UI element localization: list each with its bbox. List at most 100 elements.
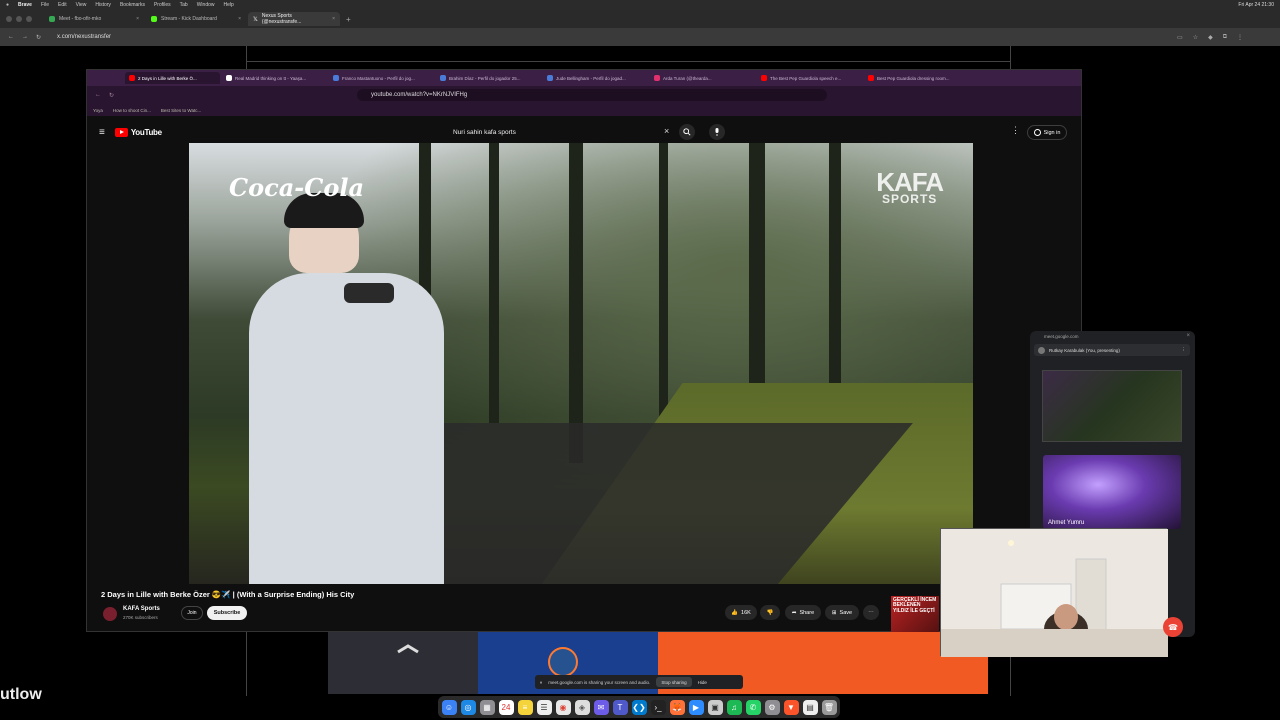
menu-bookmarks[interactable]: Bookmarks [120, 2, 145, 8]
presenter-row[interactable]: Rutkay Karabulak (You, presenting) ⋮ [1034, 344, 1190, 356]
dislike-button[interactable]: 👎 [760, 605, 780, 620]
x-favicon-icon: 𝕏 [253, 16, 258, 23]
trash-icon[interactable]: 🗑 [821, 699, 837, 715]
files-icon[interactable]: ▤ [802, 699, 818, 715]
messenger-icon[interactable]: ✉ [593, 699, 609, 715]
stop-sharing-button[interactable]: Stop sharing [656, 677, 692, 687]
menubar-app-name[interactable]: Brave [18, 2, 32, 8]
chrome-icon[interactable]: ◉ [555, 699, 571, 715]
subscribe-button[interactable]: Subscribe [207, 606, 247, 620]
launchpad-icon[interactable]: ▦ [479, 699, 495, 715]
back-icon[interactable]: ← [8, 34, 14, 40]
inner-tab-label: Brahim Díaz - Perfil do jogador 25... [449, 75, 521, 81]
end-call-button[interactable]: ☎ [1163, 617, 1183, 637]
inner-tab-label: The Best Pep Guardiola speech e... [770, 75, 842, 81]
menu-tab[interactable]: Tab [180, 2, 188, 8]
outer-tab-x[interactable]: 𝕏 Nexus Sports (@nexustransfe... × [248, 12, 340, 26]
share-button[interactable]: ➦ Share [785, 605, 821, 620]
youtube-favicon-icon [761, 75, 767, 81]
extensions-icon[interactable]: ⧉ [1223, 34, 1227, 41]
channel-name[interactable]: KAFA Sports [123, 606, 160, 612]
outer-address-bar[interactable]: x.com/nexustransfer [49, 31, 1169, 43]
apple-icon[interactable]: ● [6, 2, 9, 8]
back-icon[interactable]: ← [95, 92, 101, 98]
hide-button[interactable]: Hide [698, 680, 707, 685]
inner-address-bar[interactable]: youtube.com/watch?v=NKrNJVIFHg [357, 89, 827, 101]
inner-tab-label: Franco Mastantuono - Perfil do jog... [342, 75, 415, 81]
zoom-icon[interactable]: ▶ [688, 699, 704, 715]
outer-tab-kick[interactable]: Stream - Kick Dashboard × [146, 12, 246, 26]
close-icon[interactable]: × [238, 16, 241, 22]
menu-view[interactable]: View [76, 2, 87, 8]
more-options-icon[interactable]: ⋮ [1011, 125, 1020, 136]
join-button[interactable]: Join [181, 606, 203, 620]
inner-tab-youtube-lille[interactable]: 2 Days in Lille with Berke Ö... [125, 72, 220, 84]
voice-search-button[interactable] [709, 124, 725, 140]
brave-icon[interactable]: ◈ [574, 699, 590, 715]
screen-share-preview [1042, 370, 1182, 442]
new-tab-icon[interactable]: + [346, 15, 351, 24]
minimize-window-button[interactable] [16, 16, 22, 22]
finder-icon[interactable]: ☺ [441, 699, 457, 715]
brave-shield-icon[interactable]: ◆ [1208, 34, 1213, 41]
reload-icon[interactable]: ↻ [36, 34, 41, 41]
calendar-icon[interactable]: 24 [498, 699, 514, 715]
outer-tab-meet[interactable]: Meet - fbo-ofir-mko × [44, 12, 144, 26]
menu-profiles[interactable]: Profiles [154, 2, 171, 8]
inner-tab-mastantuono[interactable]: Franco Mastantuono - Perfil do jog... [329, 72, 434, 84]
inner-tab-bellingham[interactable]: Jude Bellingham - Perfil do jogad... [543, 72, 648, 84]
channel-avatar[interactable] [103, 607, 117, 621]
search-button[interactable] [679, 124, 695, 140]
cast-icon[interactable]: ▭ [1177, 34, 1183, 41]
sign-in-button[interactable]: Sign in [1027, 125, 1067, 140]
save-button[interactable]: ⊞ Save [825, 605, 859, 620]
bookmark-item[interactable]: Yoya [93, 108, 103, 113]
more-options-icon[interactable]: ⋮ [1182, 347, 1187, 353]
clear-search-icon[interactable]: × [664, 126, 669, 136]
spotify-icon[interactable]: ♫ [726, 699, 742, 715]
close-icon[interactable]: × [1186, 333, 1190, 339]
bookmark-item[interactable]: Best Sites to Watc... [161, 108, 201, 113]
menu-help[interactable]: Help [224, 2, 234, 8]
participant-tile[interactable]: Ahmet Yumru [1043, 455, 1181, 529]
menu-icon[interactable]: ⋮ [1237, 34, 1243, 41]
youtube-logo[interactable]: YouTube [114, 128, 162, 137]
whatsapp-icon[interactable]: ✆ [745, 699, 761, 715]
menubar-clock[interactable]: Fri Apr 24 21:30 [1238, 2, 1274, 8]
safari-icon[interactable]: ◎ [460, 699, 476, 715]
bookmark-item[interactable]: How to shoot Cin... [113, 108, 151, 113]
forward-icon[interactable]: → [22, 34, 28, 40]
menu-history[interactable]: History [95, 2, 111, 8]
brave2-icon[interactable]: ▼ [783, 699, 799, 715]
inner-tab-label: Jude Bellingham - Perfil do jogad... [556, 75, 626, 81]
menu-window[interactable]: Window [197, 2, 215, 8]
notes-icon[interactable]: ≡ [517, 699, 533, 715]
outer-url-text: x.com/nexustransfer [57, 34, 112, 40]
firefox-icon[interactable]: 🦊 [669, 699, 685, 715]
inner-tab-pep-speech[interactable]: The Best Pep Guardiola speech e... [757, 72, 862, 84]
inner-tab-pep-dressing[interactable]: Best Pep Guardiola dressing room... [864, 72, 969, 84]
menu-file[interactable]: File [41, 2, 49, 8]
preview-icon[interactable]: ▣ [707, 699, 723, 715]
zoom-window-button[interactable] [26, 16, 32, 22]
video-player[interactable]: Coca-Cola KAFA SPORTS [189, 143, 973, 584]
teams-icon[interactable]: T [612, 699, 628, 715]
terminal-icon[interactable]: ›_ [650, 699, 666, 715]
more-actions-button[interactable]: ⋯ [863, 605, 879, 620]
search-input[interactable]: Nuri sahin kafa sports [449, 125, 669, 140]
inner-tab-real-madrid[interactable]: Real Madrid thinking on tt - Yaaşa... [222, 72, 327, 84]
close-icon[interactable]: × [332, 16, 335, 22]
hamburger-menu-icon[interactable]: ≡ [99, 127, 105, 138]
settings-icon[interactable]: ⚙ [764, 699, 780, 715]
like-button[interactable]: 👍 16K [725, 605, 757, 620]
reminders-icon[interactable]: ☰ [536, 699, 552, 715]
menu-edit[interactable]: Edit [58, 2, 67, 8]
bookmark-star-icon[interactable]: ☆ [1193, 34, 1198, 41]
vscode-icon[interactable]: ❮❯ [631, 699, 647, 715]
inner-tab-brahim[interactable]: Brahim Díaz - Perfil do jogador 25... [436, 72, 541, 84]
reload-icon[interactable]: ↻ [109, 92, 114, 99]
inner-tab-instagram[interactable]: Arda Turan (@thearda... [650, 72, 755, 84]
related-video-thumbnail[interactable]: GERÇEKLİ İNCEM BEKLENEN YILDIZ İLE GEÇTİ [891, 596, 939, 632]
close-window-button[interactable] [6, 16, 12, 22]
close-icon[interactable]: × [136, 16, 139, 22]
